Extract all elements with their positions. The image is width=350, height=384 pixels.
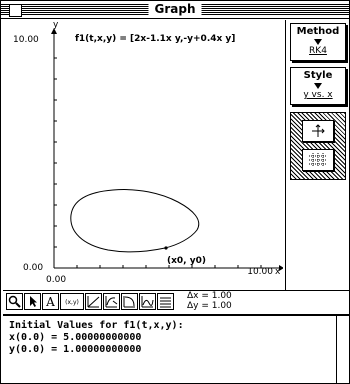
xy-icon[interactable]: (x,y) (60, 293, 84, 310)
magnifier-icon[interactable] (6, 293, 23, 310)
step-sizes: Δx = 1.00 Δy = 1.00 (187, 291, 232, 311)
flow-icon[interactable] (139, 293, 156, 310)
vertical-scrollbar[interactable] (336, 314, 349, 383)
x-min-label: 0.00 (46, 275, 66, 285)
method-value: RK4 (309, 46, 327, 56)
direction-field-icon[interactable] (103, 293, 120, 310)
svg-text:A: A (45, 295, 55, 309)
style-label: Style (303, 70, 333, 81)
dropdown-triangle-icon (314, 83, 322, 89)
dy-label: Δy = 1.00 (187, 301, 232, 311)
grid-icon[interactable] (157, 293, 174, 310)
title-bar[interactable]: Graph (1, 1, 349, 19)
x-max-label: 10.00 (247, 267, 273, 277)
plot-area[interactable]: y 10.00 0.00 0.00 10.00 x f1(t,x,y) = [2… (3, 20, 283, 290)
view-tool-box (290, 112, 346, 180)
graph-window: Graph y 10.00 0.00 0.00 10.00 x f1(t,x,y… (0, 0, 350, 384)
x-axis-label: x (275, 267, 281, 277)
trajectory-curve (70, 189, 200, 253)
point-label: (x0, y0) (167, 256, 206, 266)
grid-icon (309, 153, 327, 167)
axes-icon (312, 124, 325, 137)
text-a-icon[interactable]: A (42, 293, 59, 310)
line-icon[interactable] (85, 293, 102, 310)
dropdown-triangle-icon (314, 39, 322, 45)
method-label: Method (296, 26, 340, 37)
y-max-label: 10.00 (13, 35, 39, 45)
arrow-icon[interactable] (24, 293, 41, 310)
method-popup[interactable]: Method RK4 (290, 23, 346, 61)
side-panel: Method RK4 Style y vs. x (285, 20, 350, 290)
y-min-label: 0.00 (23, 263, 43, 273)
console-line-2: x(0.0) = 5.00000000000 (9, 332, 142, 343)
axes-button[interactable] (302, 120, 334, 142)
console-line-3: y(0.0) = 1.00000000000 (9, 344, 142, 355)
grid-view-button[interactable] (302, 149, 334, 171)
dx-label: Δx = 1.00 (187, 291, 232, 301)
close-box[interactable] (9, 4, 22, 17)
initial-point-marker (164, 246, 168, 250)
curve-icon[interactable] (121, 293, 138, 310)
style-value: y vs. x (303, 90, 333, 100)
y-axis-label: y (53, 20, 59, 30)
equation-label: f1(t,x,y) = [2x-1.1x y,-y+0.4x y] (75, 34, 235, 44)
console-line-1: Initial Values for f1(t,x,y): (9, 320, 184, 331)
window-title: Graph (148, 2, 202, 17)
tool-bar: A (x,y) Δx = 1.00 Δy = 1.00 (3, 290, 349, 313)
xy-label: (x,y) (65, 299, 79, 306)
style-popup[interactable]: Style y vs. x (290, 67, 346, 105)
initial-values-console[interactable]: Initial Values for f1(t,x,y): x(0.0) = 5… (3, 314, 336, 381)
